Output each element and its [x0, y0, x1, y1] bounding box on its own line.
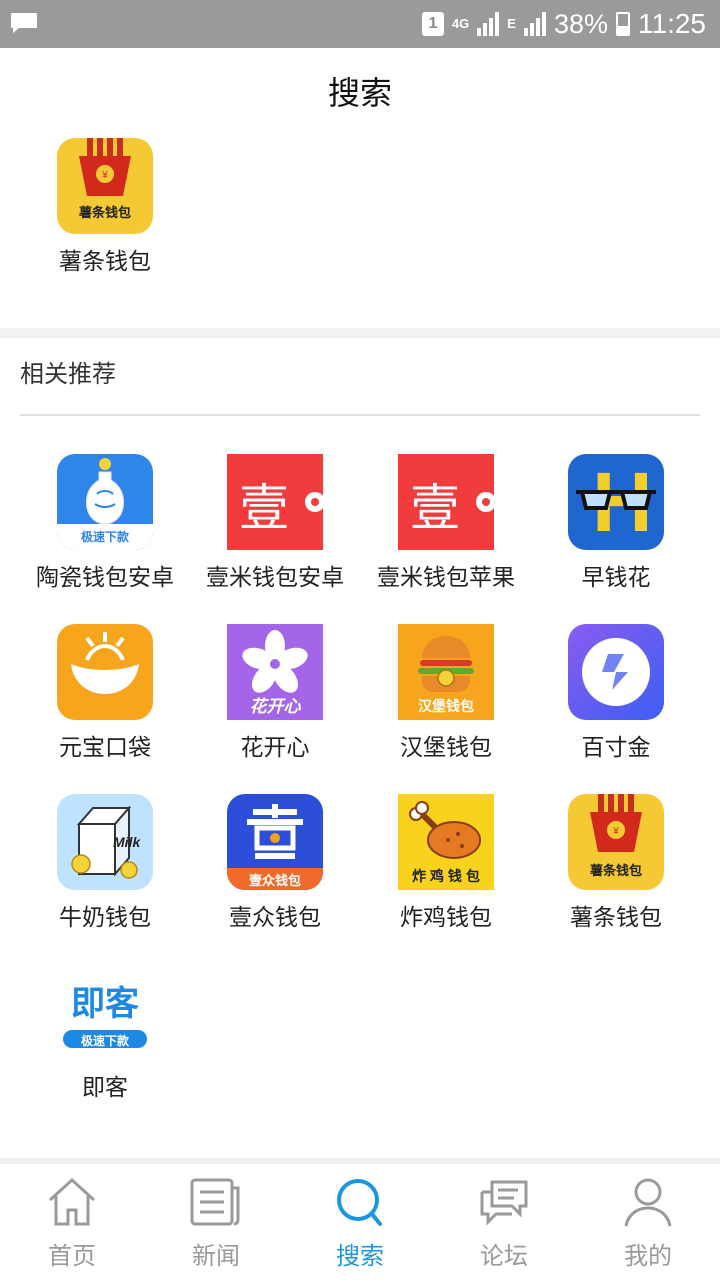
section-line — [20, 414, 700, 416]
icon-caption: 花开心 — [249, 697, 301, 716]
icon-caption: 汉堡钱包 — [418, 698, 474, 714]
result-app-item[interactable]: ¥ 薯条钱包 薯条钱包 — [15, 138, 195, 276]
yizhong-icon: 壹众钱包 — [227, 794, 323, 890]
recommend-app-item[interactable]: ¥ 薯条钱包 薯条钱包 — [526, 794, 706, 932]
burger-icon: 汉堡钱包 — [398, 624, 494, 720]
tab-label: 论坛 — [480, 1242, 528, 1270]
icon-caption: 壹众钱包 — [248, 873, 301, 888]
recommend-app-item[interactable]: 即客 极速下款 即客 — [15, 964, 195, 1102]
fried-chicken-icon: 炸 鸡 钱 包 — [398, 794, 494, 890]
tab-label: 我的 — [624, 1242, 672, 1270]
app-name: 壹米钱包苹果 — [377, 565, 515, 591]
recommend-app-item[interactable]: Milk 牛奶钱包 — [15, 794, 195, 932]
app-name: 元宝口袋 — [59, 735, 151, 761]
icon-caption: Milk — [113, 834, 141, 850]
recommend-app-item[interactable]: 百寸金 — [526, 624, 706, 762]
tab-profile[interactable]: 我的 — [576, 1164, 720, 1280]
porcelain-vase-icon: 极速下款 — [57, 454, 153, 550]
section-divider — [0, 328, 720, 338]
bottom-tab-bar: 首页 新闻 搜索 论坛 我的 — [0, 1164, 720, 1280]
page-header: 搜索 — [0, 48, 720, 134]
recommend-app-item[interactable]: 壹 壹米钱包安卓 — [185, 454, 365, 592]
home-icon — [48, 1177, 96, 1226]
tab-forum[interactable]: 论坛 — [432, 1164, 576, 1280]
app-name: 薯条钱包 — [59, 249, 151, 275]
recommend-app-item[interactable]: 壹众钱包 壹众钱包 — [185, 794, 365, 932]
network-type: 4G — [451, 16, 470, 31]
user-icon — [624, 1178, 672, 1227]
diamond-ring-icon — [568, 624, 664, 720]
icon-caption: 极速下款 — [80, 530, 129, 544]
battery-icon — [616, 12, 630, 36]
recommend-app-item[interactable]: 花开心 花开心 — [185, 624, 365, 762]
yimi-icon: 壹 — [398, 454, 494, 550]
sim-slot-badge: 1 — [421, 12, 444, 36]
app-name: 早钱花 — [581, 565, 651, 591]
app-name: 薯条钱包 — [570, 905, 662, 931]
battery-percent: 38% — [553, 8, 608, 39]
section-title: 相关推荐 — [20, 360, 116, 388]
recommend-app-item[interactable]: 元宝口袋 — [15, 624, 195, 762]
app-name: 即客 — [82, 1075, 128, 1101]
tab-label: 搜索 — [336, 1242, 384, 1270]
tab-news[interactable]: 新闻 — [144, 1164, 288, 1280]
recommend-app-item[interactable]: 汉堡钱包 汉堡钱包 — [356, 624, 536, 762]
tab-home[interactable]: 首页 — [0, 1164, 144, 1280]
flower-icon: 花开心 — [227, 624, 323, 720]
app-name: 壹米钱包安卓 — [206, 565, 344, 591]
app-name: 炸鸡钱包 — [400, 905, 492, 931]
yimi-icon: 壹 — [227, 454, 323, 550]
tab-search[interactable]: 搜索 — [288, 1164, 432, 1280]
fries-wallet-icon: ¥ 薯条钱包 — [57, 138, 153, 234]
recommend-app-item[interactable]: 炸 鸡 钱 包 炸鸡钱包 — [356, 794, 536, 932]
icon-caption: 薯条钱包 — [589, 863, 642, 878]
ingot-icon — [57, 624, 153, 720]
status-time: 11:25 — [638, 8, 706, 39]
page-title: 搜索 — [327, 74, 392, 112]
status-bar: 1 4G E 38% 11:25 — [0, 0, 720, 48]
tab-label: 首页 — [48, 1242, 96, 1270]
milk-carton-icon: Milk — [57, 794, 153, 890]
recommend-app-item[interactable]: H 早钱花 — [526, 454, 706, 592]
app-name: 花开心 — [240, 735, 310, 761]
news-icon — [190, 1178, 240, 1226]
glasses-h-icon: H — [568, 454, 664, 550]
app-name: 汉堡钱包 — [400, 735, 492, 761]
app-name: 壹众钱包 — [229, 905, 321, 931]
search-icon — [337, 1179, 382, 1226]
signal-icon — [477, 12, 500, 36]
app-name: 百寸金 — [581, 735, 651, 761]
svg-text:¥: ¥ — [612, 826, 619, 837]
app-name: 陶瓷钱包安卓 — [36, 565, 174, 591]
jike-icon: 即客 极速下款 — [57, 964, 153, 1060]
icon-caption: 炸 鸡 钱 包 — [412, 868, 480, 884]
message-icon — [11, 13, 37, 33]
search-result: ¥ 薯条钱包 薯条钱包 — [0, 134, 720, 328]
forum-icon — [480, 1180, 528, 1226]
fries-wallet-icon: ¥ 薯条钱包 — [568, 794, 664, 890]
recommend-app-item[interactable]: 壹 壹米钱包苹果 — [356, 454, 536, 592]
app-name: 牛奶钱包 — [59, 905, 151, 931]
tab-label: 新闻 — [192, 1242, 240, 1270]
recommend-app-item[interactable]: 极速下款 陶瓷钱包安卓 — [15, 454, 195, 592]
svg-text:¥: ¥ — [101, 170, 108, 181]
icon-caption: 极速下款 — [80, 1034, 129, 1048]
icon-caption: 薯条钱包 — [78, 205, 131, 220]
network-type-2: E — [507, 16, 516, 31]
signal-icon-2 — [523, 12, 546, 36]
